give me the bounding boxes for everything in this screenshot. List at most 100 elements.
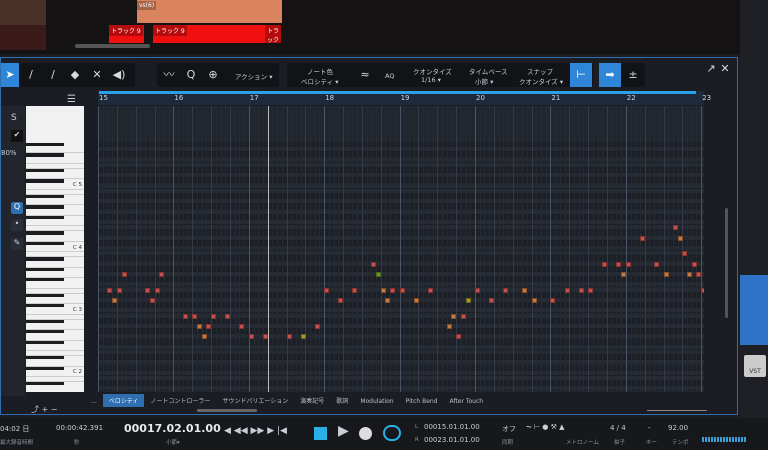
black-key[interactable] (26, 319, 64, 324)
midi-note[interactable] (112, 298, 118, 303)
midi-clip[interactable]: トラック (265, 25, 281, 43)
timebase-select[interactable]: 小節 ▾ (475, 76, 493, 86)
midi-note[interactable] (578, 287, 584, 293)
position-format-select[interactable]: 小節▾ (166, 438, 180, 446)
midi-note[interactable] (672, 225, 678, 231)
midi-note[interactable] (677, 235, 683, 241)
midi-note[interactable] (621, 272, 627, 277)
eraser-tool-icon[interactable]: ◆ (67, 67, 83, 83)
midi-note[interactable] (503, 287, 509, 293)
timeline-ruler[interactable]: 15 16 17 18 19 20 21 22 23 (98, 91, 711, 105)
aq-button[interactable]: AQ (385, 72, 394, 80)
humanize-icon[interactable]: ≈ (357, 67, 373, 83)
follow-icon[interactable]: ➡ (599, 63, 621, 87)
black-key[interactable] (26, 153, 64, 157)
snap-toggle-icon[interactable]: ⊢ (570, 63, 592, 87)
track-header-audio[interactable] (0, 0, 46, 25)
mute-tool-icon[interactable]: ✕ (89, 67, 105, 83)
midi-note[interactable] (413, 298, 419, 303)
midi-note[interactable] (602, 261, 608, 267)
midi-note[interactable] (352, 287, 358, 293)
loop-range[interactable] (99, 91, 696, 94)
midi-note[interactable] (385, 298, 391, 303)
loop-start[interactable]: 00015.01.01.00 (424, 423, 480, 431)
black-key[interactable] (26, 366, 64, 370)
midi-note[interactable] (465, 298, 471, 303)
midi-note[interactable] (616, 261, 622, 267)
midi-note[interactable] (588, 287, 594, 293)
midi-note[interactable] (225, 313, 231, 319)
quantize-q-icon[interactable]: Q (11, 202, 23, 214)
black-key[interactable] (26, 215, 64, 220)
black-key[interactable] (26, 194, 64, 199)
midi-note[interactable] (522, 287, 528, 293)
record-button[interactable] (359, 427, 372, 440)
midi-note[interactable] (248, 334, 254, 340)
midi-note[interactable] (314, 324, 320, 329)
black-key[interactable] (26, 277, 64, 282)
key-value[interactable]: - (648, 424, 651, 432)
midi-note[interactable] (196, 324, 202, 329)
time-signature[interactable]: 4 / 4 (610, 424, 626, 432)
midi-note[interactable] (639, 235, 645, 241)
tab-5[interactable]: 歌詞 (330, 394, 354, 407)
midi-note[interactable] (427, 287, 433, 293)
midi-note[interactable] (145, 287, 151, 293)
solo-button[interactable]: S (11, 113, 17, 123)
sync-value[interactable]: オフ (502, 424, 516, 434)
tab-1[interactable]: ベロシティ (102, 394, 145, 407)
dot-icon[interactable]: • (11, 219, 23, 231)
black-key[interactable] (26, 381, 64, 386)
play-button[interactable]: ▶ (338, 423, 349, 439)
wrench-icon[interactable]: ✎ (11, 238, 23, 250)
black-key[interactable] (26, 205, 64, 209)
metronome-icons[interactable]: ⏦ ⊢ ● ⚒ ▲ (526, 423, 564, 432)
check-icon[interactable]: ✔ (11, 130, 23, 142)
list-icon[interactable]: ☰ (67, 94, 76, 105)
midi-note[interactable] (338, 298, 344, 303)
midi-note[interactable] (446, 324, 452, 329)
midi-note[interactable] (390, 287, 396, 293)
midi-note[interactable] (107, 287, 113, 293)
vertical-scrollbar[interactable] (725, 208, 728, 318)
quantize-q-icon[interactable]: Q (183, 67, 199, 83)
midi-note[interactable] (192, 313, 198, 319)
vst-icon[interactable]: VST (744, 355, 766, 377)
audio-clip[interactable]: vs(6) (137, 0, 282, 23)
split-view-icon[interactable]: ± (625, 67, 641, 83)
midi-note[interactable] (550, 298, 556, 303)
position-display[interactable]: 00017.02.01.00 (124, 422, 221, 435)
midi-note[interactable] (687, 272, 693, 277)
midi-note[interactable] (324, 287, 330, 293)
black-key[interactable] (26, 293, 64, 298)
midi-clip[interactable]: トラック 9 (153, 25, 265, 43)
tab-3[interactable]: サウンドバリエーション (216, 394, 294, 407)
midi-note[interactable] (564, 287, 570, 293)
midi-note[interactable] (182, 313, 188, 319)
black-key[interactable] (26, 355, 64, 360)
midi-note[interactable] (159, 272, 165, 277)
black-key[interactable] (26, 303, 64, 308)
midi-note[interactable] (460, 313, 466, 319)
black-key[interactable] (26, 329, 64, 334)
transform-icon[interactable]: 〰 (161, 67, 177, 83)
midi-note[interactable] (696, 272, 702, 277)
rewind-buttons[interactable]: ◀ ◀◀ ▶▶ ▶ |◀ (224, 426, 287, 436)
selected-instrument[interactable] (740, 275, 768, 345)
midi-note[interactable] (691, 261, 697, 267)
piano-keyboard[interactable]: C 5C 4C 3C 2C 1 (26, 106, 84, 392)
tab-6[interactable]: Modulation (354, 396, 399, 407)
midi-note[interactable] (121, 272, 127, 277)
black-key[interactable] (26, 231, 64, 235)
tab-4[interactable]: 演奏記号 (294, 394, 330, 407)
midi-note[interactable] (399, 287, 405, 293)
horizontal-scrollbar[interactable] (75, 44, 150, 48)
midi-note[interactable] (625, 261, 631, 267)
midi-note[interactable] (286, 334, 292, 340)
midi-note[interactable] (663, 272, 669, 277)
note-color-select[interactable]: ベロシティ ▾ (301, 76, 338, 86)
listen-tool-icon[interactable]: ◀) (111, 67, 127, 83)
black-key[interactable] (26, 179, 64, 183)
pencil-tool-icon[interactable]: / (23, 67, 39, 83)
quantize-select[interactable]: 1/16 ▾ (421, 76, 441, 84)
